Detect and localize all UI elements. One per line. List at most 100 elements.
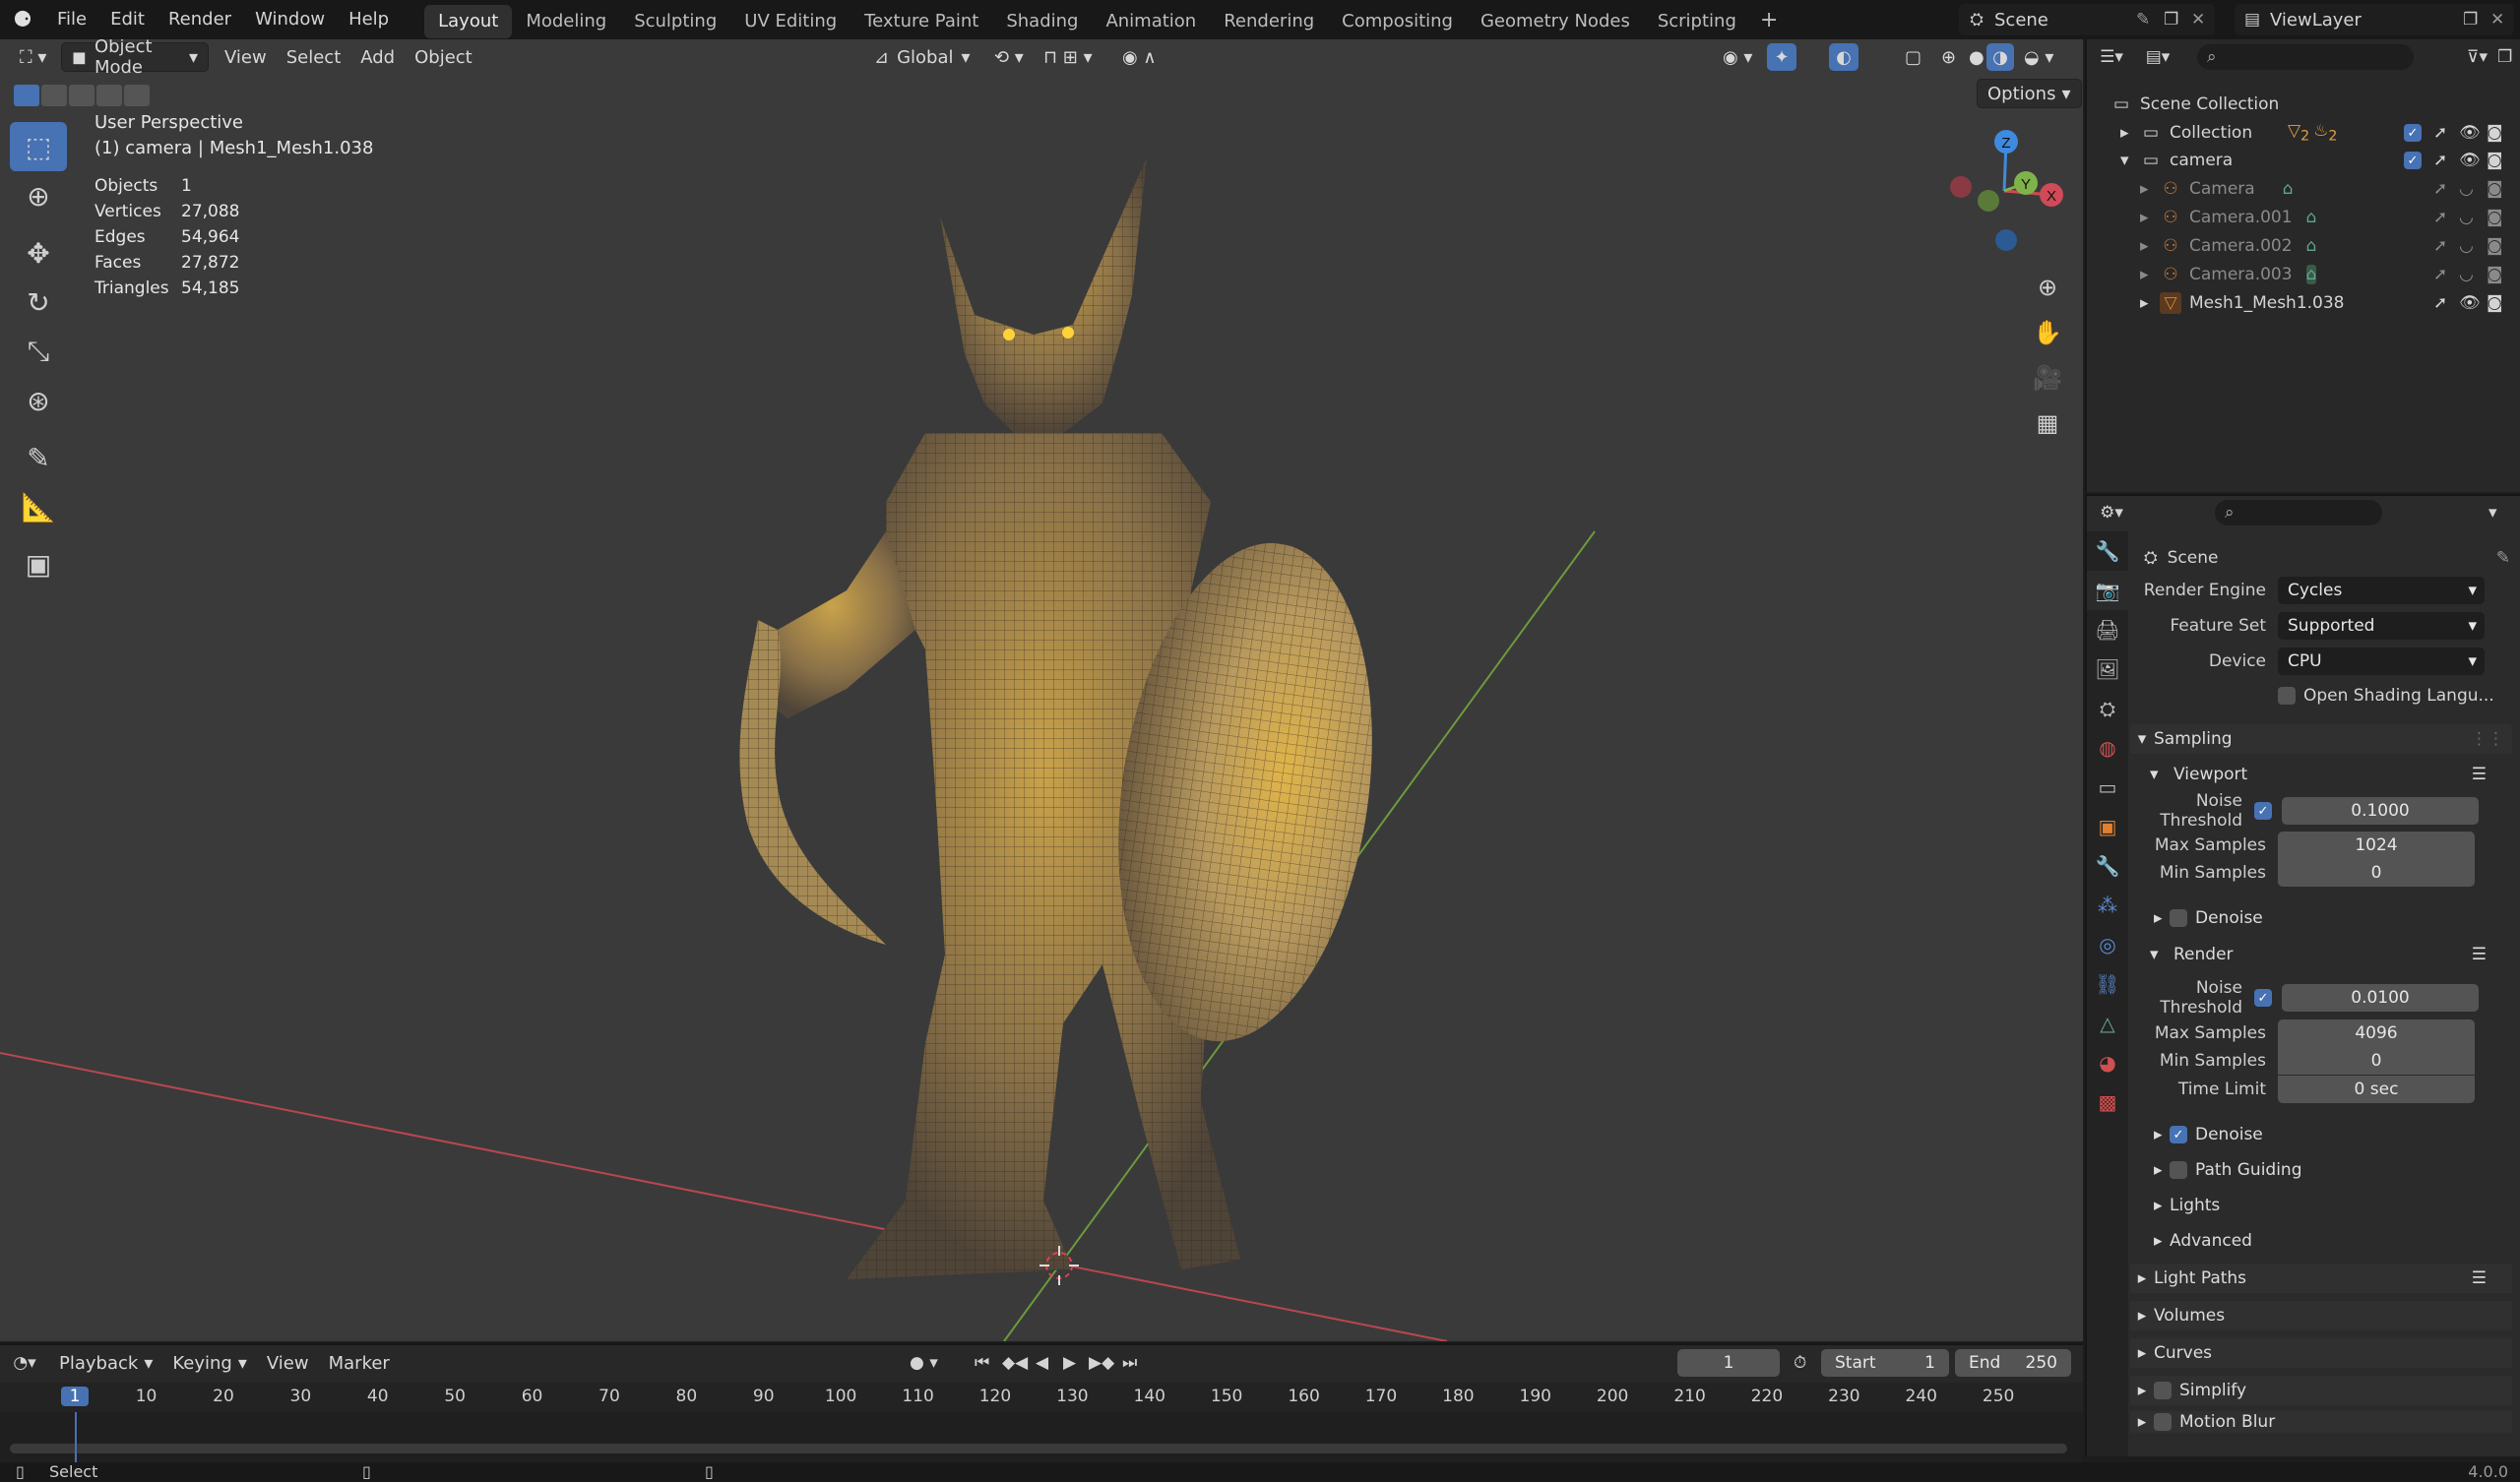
modifier-tab-icon[interactable]: 🔧 bbox=[2087, 846, 2128, 886]
orientation-selector[interactable]: ⊿ Global ▾ bbox=[864, 42, 980, 72]
menu-add[interactable]: Add bbox=[350, 42, 405, 72]
menu-object[interactable]: Object bbox=[405, 42, 482, 72]
render-camera-icon[interactable]: ◙ bbox=[2487, 293, 2503, 313]
properties-editor-icon[interactable]: ⚙▾ bbox=[2087, 503, 2136, 523]
tab-rendering[interactable]: Rendering bbox=[1210, 5, 1328, 38]
device-dropdown[interactable]: CPU ▾ bbox=[2278, 648, 2485, 675]
menu-file[interactable]: File bbox=[45, 0, 98, 39]
expand-arrow-icon[interactable]: ▸ bbox=[2140, 236, 2160, 256]
render-camera-icon[interactable]: ◙ bbox=[2487, 179, 2503, 199]
expand-arrow-icon[interactable]: ▸ bbox=[2140, 208, 2160, 227]
stopwatch-icon[interactable]: ⏱ bbox=[1794, 1353, 1806, 1373]
max-samples-field[interactable]: 1024 bbox=[2278, 832, 2475, 859]
presets-list-icon[interactable]: ☰ bbox=[2472, 1268, 2487, 1288]
noise-threshold-field[interactable]: 0.1000 bbox=[2282, 797, 2479, 825]
select-arrow-icon[interactable]: ➚ bbox=[2433, 123, 2447, 143]
r-denoise-row[interactable]: ▸ ✓ Denoise bbox=[2130, 1120, 2512, 1149]
menu-select[interactable]: Select bbox=[277, 42, 351, 72]
menu-render[interactable]: Render bbox=[157, 0, 243, 39]
select-arrow-icon[interactable]: ➚ bbox=[2433, 208, 2447, 227]
outliner-editor-icon[interactable]: ☰▾ bbox=[2087, 47, 2136, 67]
motion-blur-section[interactable]: ▸ Motion Blur bbox=[2130, 1411, 2512, 1433]
playback-menu[interactable]: Playback ▾ bbox=[49, 1348, 162, 1378]
noise-threshold-checkbox[interactable]: ✓ bbox=[2254, 802, 2272, 820]
eye-icon[interactable]: 👁 bbox=[2459, 151, 2481, 170]
select-arrow-icon[interactable]: ➚ bbox=[2433, 293, 2447, 313]
render-camera-icon[interactable]: ◙ bbox=[2487, 236, 2503, 256]
eye-icon[interactable]: 👁 bbox=[2459, 123, 2481, 143]
select-extend-icon[interactable] bbox=[41, 85, 67, 106]
mode-selector[interactable]: ◼ Object Mode ▾ bbox=[61, 39, 209, 78]
feature-set-dropdown[interactable]: Supported ▾ bbox=[2278, 612, 2485, 640]
eye-closed-icon[interactable]: ◡ bbox=[2459, 208, 2474, 227]
drag-handle-icon[interactable]: ⋮⋮ bbox=[2471, 729, 2504, 749]
simplify-checkbox[interactable] bbox=[2154, 1382, 2172, 1399]
cursor-tool[interactable]: ⊕ bbox=[10, 171, 67, 220]
physics-tab-icon[interactable]: ◎ bbox=[2087, 925, 2128, 964]
visibility-icon[interactable]: ◉ ▾ bbox=[1713, 42, 1762, 72]
gizmo-toggle-icon[interactable]: ✦ bbox=[1767, 43, 1796, 71]
select-intersect-icon[interactable] bbox=[124, 85, 150, 106]
scene-tab-icon[interactable]: ⛭ bbox=[2087, 689, 2128, 728]
motion-blur-checkbox[interactable] bbox=[2154, 1413, 2172, 1431]
scene-name[interactable]: Scene bbox=[1994, 10, 2136, 31]
vp-denoise-row[interactable]: ▸ Denoise bbox=[2130, 903, 2512, 933]
shading-material-icon[interactable]: ◑ bbox=[1986, 43, 2014, 71]
delete-scene-icon[interactable]: ✕ bbox=[2191, 10, 2215, 30]
denoise-checkbox[interactable]: ✓ bbox=[2170, 1126, 2187, 1143]
play-reverse-icon[interactable]: ◀ bbox=[1036, 1353, 1048, 1373]
collection-include-checkbox[interactable]: ✓ bbox=[2404, 124, 2422, 142]
add-cube-tool[interactable]: ▣ bbox=[10, 539, 67, 588]
new-collection-icon[interactable]: ❐ bbox=[2497, 47, 2512, 67]
material-tab-icon[interactable]: ◕ bbox=[2087, 1043, 2128, 1082]
render-camera-icon[interactable]: ◙ bbox=[2487, 151, 2503, 170]
tab-modeling[interactable]: Modeling bbox=[512, 5, 620, 38]
tab-shading[interactable]: Shading bbox=[992, 5, 1092, 38]
pin-icon[interactable]: ✎ bbox=[2136, 10, 2164, 30]
jump-start-icon[interactable]: ⏮ bbox=[975, 1353, 989, 1373]
eye-icon[interactable]: 👁 bbox=[2459, 293, 2481, 313]
display-mode-icon[interactable]: ▤▾ bbox=[2136, 47, 2179, 67]
expand-arrow-icon[interactable]: ▸ bbox=[2140, 265, 2160, 284]
select-box-tool[interactable]: ⬚ bbox=[10, 122, 67, 171]
timeline-view-menu[interactable]: View bbox=[257, 1348, 319, 1378]
zoom-icon[interactable]: ⊕ bbox=[2026, 266, 2069, 309]
properties-search-input[interactable]: ⌕ bbox=[2215, 500, 2382, 525]
noise-threshold-checkbox[interactable]: ✓ bbox=[2254, 989, 2272, 1007]
transform-tool[interactable]: ⊛ bbox=[10, 376, 67, 425]
tab-compositing[interactable]: Compositing bbox=[1328, 5, 1467, 38]
timeline-scrollbar[interactable] bbox=[10, 1444, 2067, 1453]
current-frame-marker[interactable]: 1 bbox=[61, 1387, 89, 1406]
max-samples-field[interactable]: 4096 bbox=[2278, 1019, 2475, 1047]
start-frame-field[interactable]: Start 1 bbox=[1821, 1349, 1949, 1377]
world-tab-icon[interactable]: ◍ bbox=[2087, 728, 2128, 768]
scale-tool[interactable]: ⤡ bbox=[10, 327, 67, 376]
filter-icon[interactable]: ⊽▾ bbox=[2467, 47, 2488, 67]
blender-logo-icon[interactable]: ⚈ bbox=[0, 8, 45, 32]
marker-menu[interactable]: Marker bbox=[319, 1348, 400, 1378]
navigation-gizmo[interactable]: Z X Y bbox=[1935, 122, 2073, 260]
record-icon[interactable]: ● ▾ bbox=[910, 1353, 938, 1373]
path-guiding-checkbox[interactable] bbox=[2170, 1161, 2187, 1179]
eye-closed-icon[interactable]: ◡ bbox=[2459, 179, 2474, 199]
render-camera-icon[interactable]: ◙ bbox=[2487, 208, 2503, 227]
path-guiding-row[interactable]: ▸ Path Guiding bbox=[2130, 1155, 2512, 1185]
move-tool[interactable]: ✥ bbox=[10, 228, 67, 278]
rotate-tool[interactable]: ↻ bbox=[10, 278, 67, 327]
eye-closed-icon[interactable]: ◡ bbox=[2459, 236, 2474, 256]
advanced-subsection[interactable]: ▸ Advanced bbox=[2130, 1226, 2512, 1256]
render-subsection-header[interactable]: ▾ Render ☰ bbox=[2130, 940, 2512, 969]
tab-animation[interactable]: Animation bbox=[1092, 5, 1210, 38]
play-icon[interactable]: ▶ bbox=[1063, 1353, 1076, 1373]
menu-edit[interactable]: Edit bbox=[98, 0, 157, 39]
annotate-tool[interactable]: ✎ bbox=[10, 433, 67, 482]
outliner-item-camera[interactable]: ▸ ⚇ Camera ⌂ ➚ ◡ ◙ bbox=[2087, 175, 2520, 203]
select-arrow-icon[interactable]: ➚ bbox=[2433, 179, 2447, 199]
select-difference-icon[interactable] bbox=[96, 85, 122, 106]
render-tab-icon[interactable]: 📷 bbox=[2087, 571, 2128, 610]
data-tab-icon[interactable]: △ bbox=[2087, 1004, 2128, 1043]
view-layer-selector[interactable]: ▤ ViewLayer ❐ ✕ bbox=[2235, 4, 2514, 35]
particles-tab-icon[interactable]: ⁂ bbox=[2087, 886, 2128, 925]
overlay-toggle-icon[interactable]: ◐ bbox=[1829, 43, 1858, 71]
new-view-layer-icon[interactable]: ❐ bbox=[2463, 10, 2490, 30]
